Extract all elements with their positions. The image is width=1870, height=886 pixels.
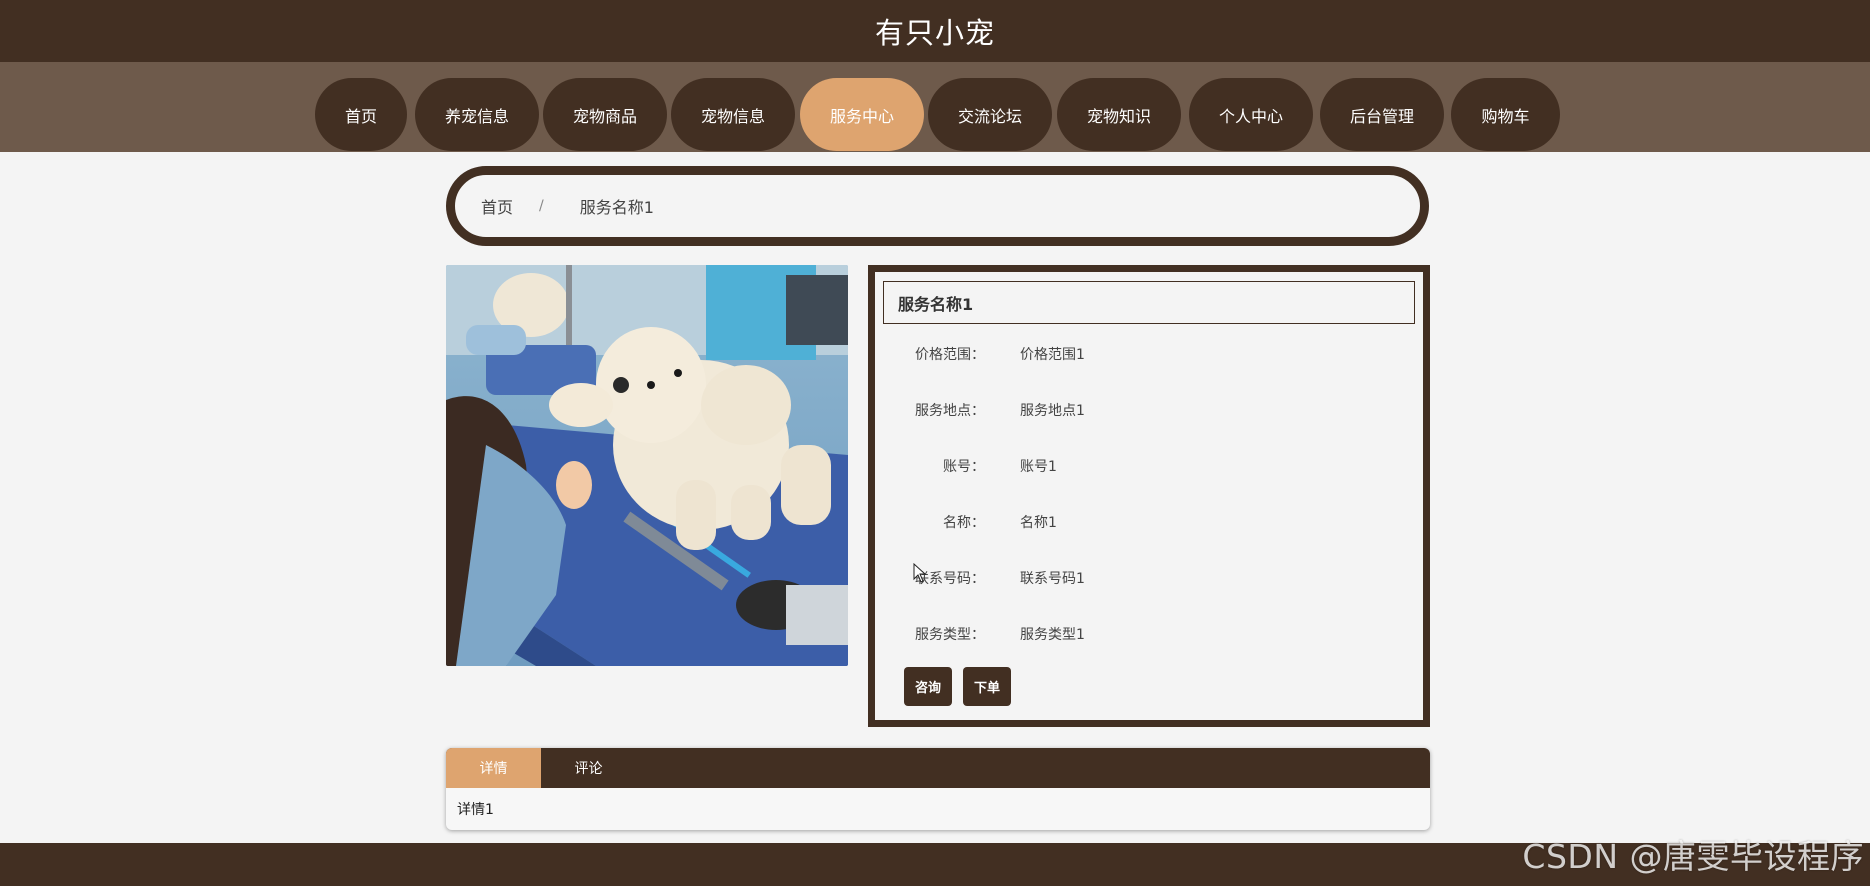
nav-item-service-center[interactable]: 服务中心: [800, 78, 924, 151]
field-row-phone: 联系号码： 联系号码1: [875, 568, 1415, 588]
tab-details[interactable]: 详情: [446, 748, 541, 788]
field-row-service-type: 服务类型： 服务类型1: [875, 624, 1415, 644]
field-row-price-range: 价格范围： 价格范围1: [875, 344, 1415, 364]
tab-content-details: 详情1: [457, 802, 494, 818]
site-title: 有只小宠: [874, 16, 995, 50]
field-row-service-location: 服务地点： 服务地点1: [875, 400, 1415, 420]
service-title: 服务名称1: [883, 281, 1415, 324]
nav-item-pet-products[interactable]: 宠物商品: [543, 78, 667, 151]
field-value-name: 名称1: [1020, 515, 1057, 531]
field-label-price-range: 价格范围：: [915, 347, 985, 363]
field-value-service-location: 服务地点1: [1020, 403, 1085, 419]
nav-item-personal-center[interactable]: 个人中心: [1189, 78, 1313, 151]
nav-item-pet-knowledge[interactable]: 宠物知识: [1057, 78, 1181, 151]
field-value-price-range: 价格范围1: [1020, 347, 1085, 363]
field-value-service-type: 服务类型1: [1020, 627, 1085, 643]
nav-item-pet-care-info[interactable]: 养宠信息: [415, 78, 539, 151]
nav-item-cart[interactable]: 购物车: [1451, 78, 1560, 151]
field-value-phone: 联系号码1: [1020, 571, 1085, 587]
nav-item-pet-info[interactable]: 宠物信息: [671, 78, 795, 151]
watermark-text: CSDN @唐雯毕设程序: [1522, 837, 1864, 876]
nav-item-forum[interactable]: 交流论坛: [928, 78, 1052, 151]
field-label-account: 账号：: [943, 459, 985, 475]
field-label-service-type: 服务类型：: [915, 627, 985, 643]
breadcrumb-separator: /: [539, 198, 544, 214]
breadcrumb-current: 服务名称1: [579, 198, 654, 217]
field-label-service-location: 服务地点：: [915, 403, 985, 419]
field-row-account: 账号： 账号1: [875, 456, 1415, 476]
breadcrumb: 首页 / 服务名称1: [446, 166, 1429, 246]
service-detail-panel: 服务名称1 价格范围： 价格范围1 服务地点： 服务地点1 账号： 账号1 名称…: [868, 265, 1430, 727]
field-label-name: 名称：: [943, 515, 985, 531]
field-value-account: 账号1: [1020, 459, 1057, 475]
mouse-pointer-icon: [913, 563, 927, 583]
field-row-name: 名称： 名称1: [875, 512, 1415, 532]
order-button[interactable]: 下单: [963, 667, 1011, 706]
service-photo-image: [446, 265, 848, 666]
tab-comments[interactable]: 评论: [541, 748, 636, 788]
top-header: 有只小宠: [0, 0, 1870, 62]
detail-tabs: 详情 评论 详情1: [446, 748, 1430, 830]
nav-item-home[interactable]: 首页: [315, 78, 407, 151]
breadcrumb-home-link[interactable]: 首页: [481, 194, 513, 218]
main-nav: 首页 养宠信息 宠物商品 宠物信息 服务中心 交流论坛 宠物知识 个人中心 后台…: [0, 62, 1870, 152]
nav-item-admin[interactable]: 后台管理: [1320, 78, 1444, 151]
tabs-bar: 详情 评论: [446, 748, 1430, 788]
service-photo: [446, 265, 848, 666]
consult-button[interactable]: 咨询: [904, 667, 952, 706]
